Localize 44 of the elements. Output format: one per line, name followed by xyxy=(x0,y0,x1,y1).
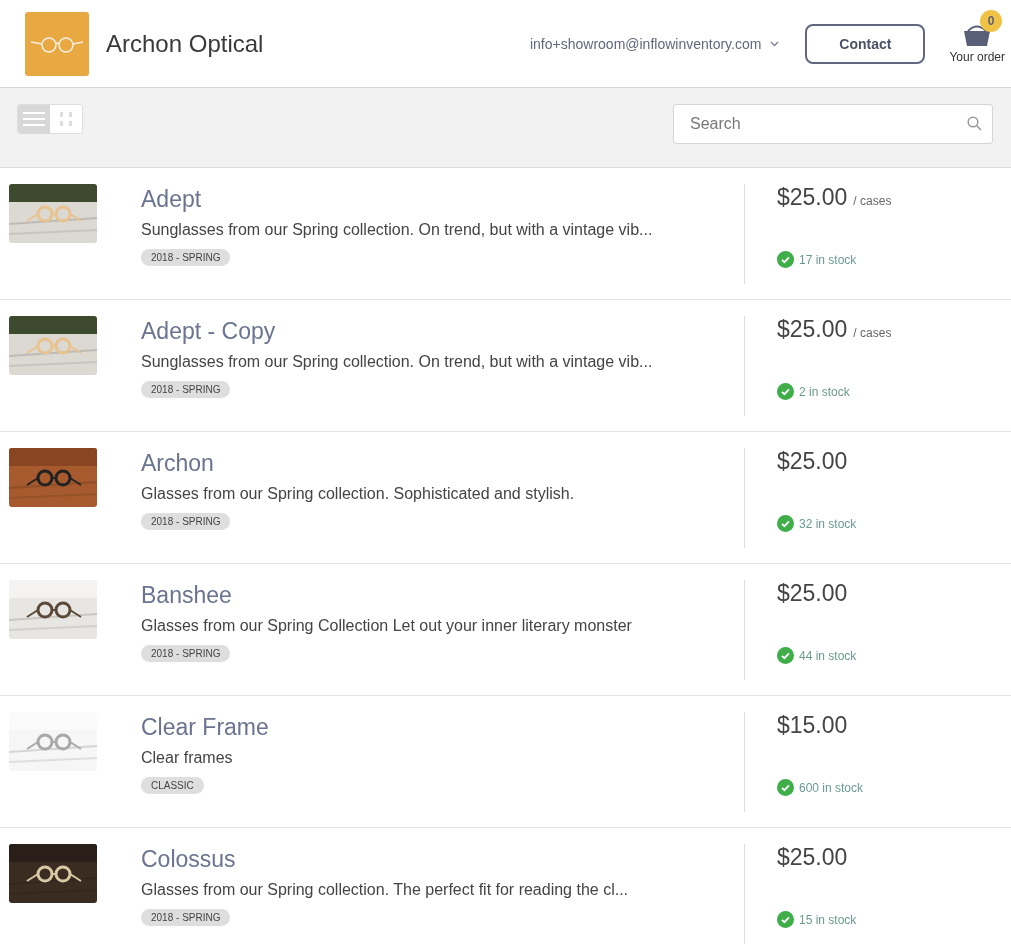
stock-status: 44 in stock xyxy=(799,648,857,663)
product-name[interactable]: Clear Frame xyxy=(141,714,269,741)
product-name[interactable]: Archon xyxy=(141,450,214,477)
product-name[interactable]: Adept - Copy xyxy=(141,318,276,345)
product-name[interactable]: Adept xyxy=(141,186,202,213)
grid-icon[interactable] xyxy=(59,112,73,126)
product-description: Glasses from our Spring collection. The perfect fit for reading the cl... xyxy=(141,881,629,899)
chevron-down-icon[interactable] xyxy=(770,40,780,47)
unit-label: / cases xyxy=(853,326,892,340)
contact-button[interactable]: Contact xyxy=(805,23,926,64)
category-tag: 2018 - SPRING xyxy=(141,381,231,398)
list-icon[interactable] xyxy=(23,112,45,126)
product-description: Glasses from our Spring Collection Let out your inner literary monster xyxy=(141,617,632,635)
category-tag: 2018 - SPRING xyxy=(141,909,231,926)
price: $25.00 xyxy=(777,316,848,343)
account-menu[interactable]: info+showroom@inflowinventory.com xyxy=(529,35,780,52)
product-description: Sunglasses from our Spring collection. On trend, but with a vintage vib... xyxy=(141,353,653,371)
list-view-button[interactable] xyxy=(18,105,50,133)
price: $25.00 xyxy=(777,184,848,211)
stock-status: 32 in stock xyxy=(799,516,857,531)
category-tag: 2018 - SPRING xyxy=(141,249,231,266)
category-tag: 2018 - SPRING xyxy=(141,645,231,662)
price: $25.00 xyxy=(777,448,848,475)
category-tag: CLASSIC xyxy=(141,777,204,794)
store-logo xyxy=(25,11,89,76)
cart-count-badge: 0 xyxy=(980,9,1003,32)
product-description: Clear frames xyxy=(141,749,233,767)
category-tag: 2018 - SPRING xyxy=(141,513,231,530)
product-name[interactable]: Colossus xyxy=(141,846,236,873)
cart-label[interactable]: Your order xyxy=(949,49,1005,64)
stock-status: 15 in stock xyxy=(799,912,857,927)
product-name[interactable]: Banshee xyxy=(141,582,232,609)
price: $15.00 xyxy=(777,712,848,739)
stock-status: 2 in stock xyxy=(799,384,850,399)
price: $25.00 xyxy=(777,844,848,871)
price: $25.00 xyxy=(777,580,848,607)
store-name: Archon Optical xyxy=(106,29,264,58)
product-description: Sunglasses from our Spring collection. On trend, but with a vintage vib... xyxy=(141,221,653,239)
stock-status: 600 in stock xyxy=(799,780,864,795)
search-icon[interactable] xyxy=(967,116,982,131)
search-field[interactable]: Search xyxy=(673,104,993,144)
stock-status: 17 in stock xyxy=(799,252,857,267)
product-description: Glasses from our Spring collection. Sophisticated and stylish. xyxy=(141,485,575,503)
unit-label: / cases xyxy=(853,194,892,208)
